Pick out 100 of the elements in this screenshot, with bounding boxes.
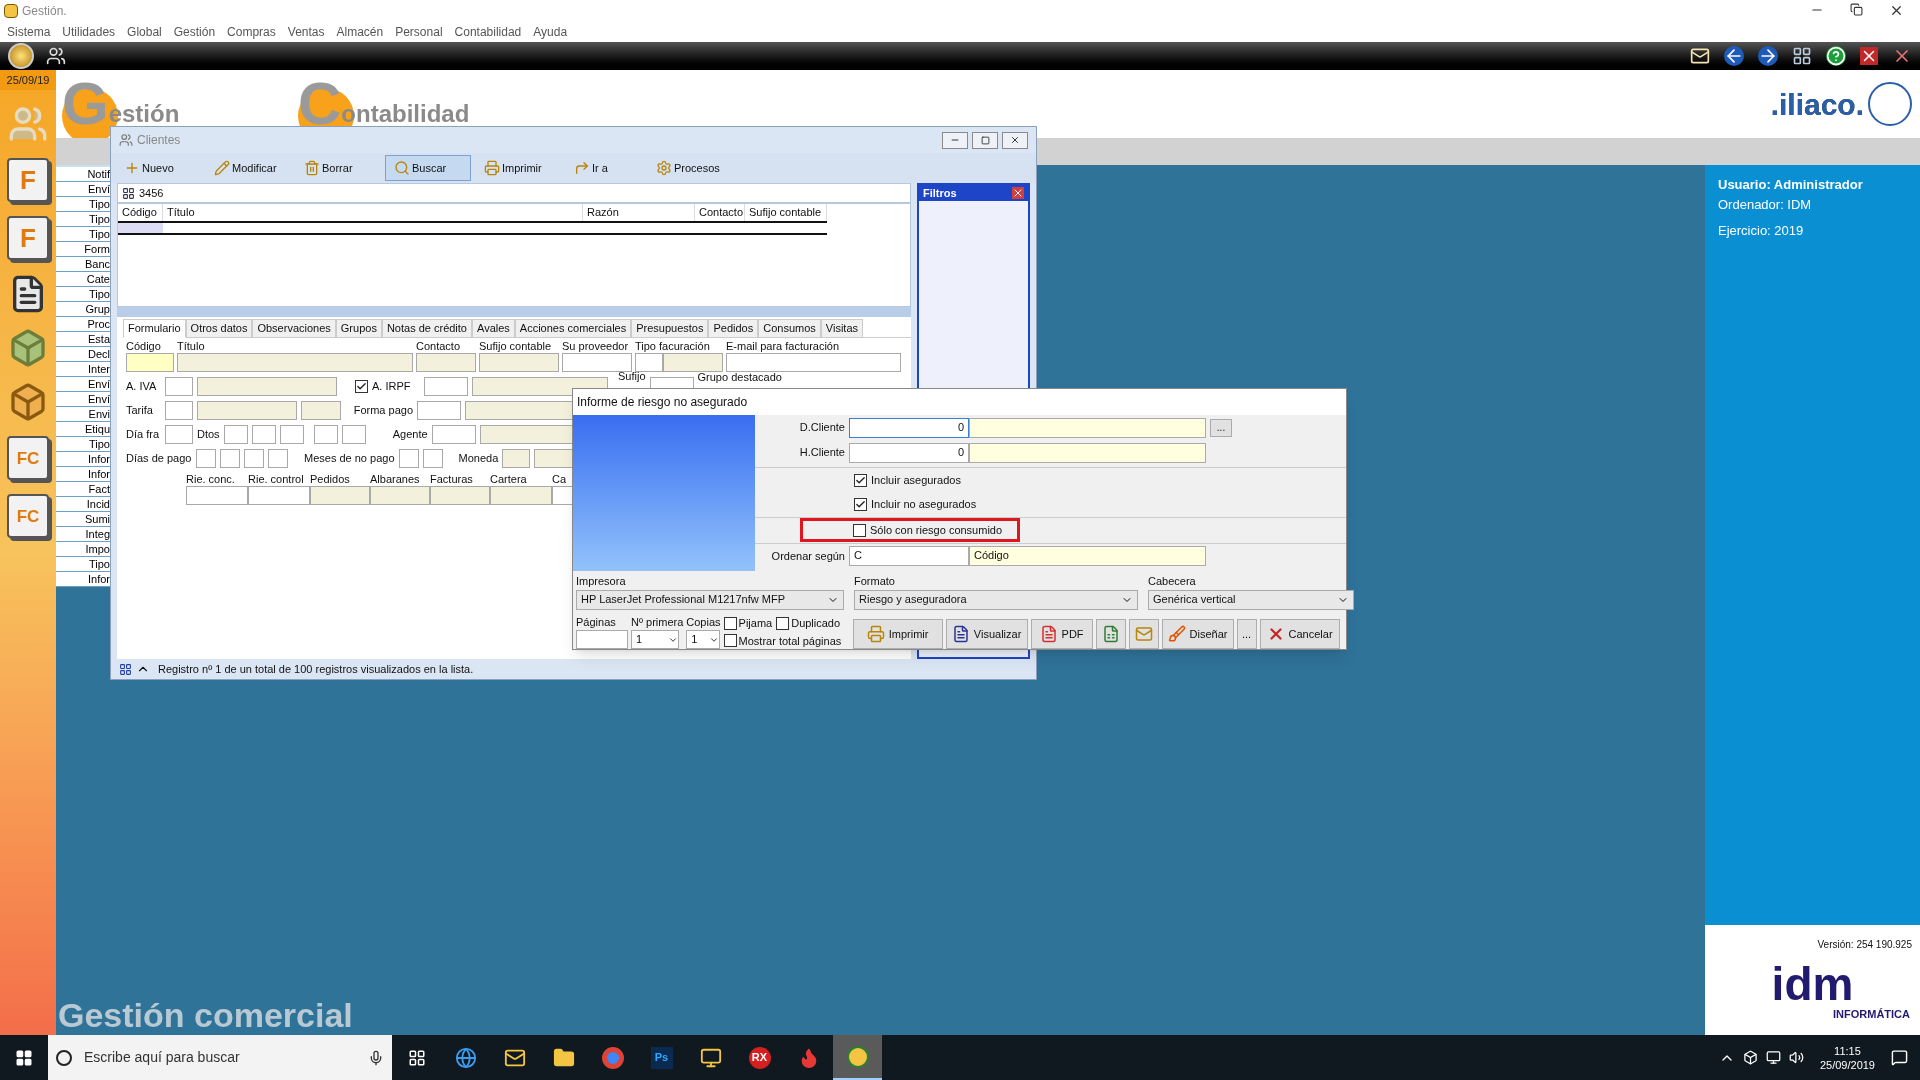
help-icon[interactable] (1826, 46, 1846, 66)
tab[interactable]: Notas de crédito (381, 319, 472, 338)
tab[interactable]: Presupuestos (631, 319, 709, 338)
tab[interactable]: Consumos (758, 319, 821, 338)
option-checkbox[interactable]: Pijama (723, 615, 773, 632)
close-icon[interactable] (1889, 3, 1904, 18)
volume-icon[interactable] (1788, 1050, 1804, 1065)
list-item[interactable]: Infor (56, 452, 110, 467)
input-field[interactable] (244, 449, 264, 468)
list-item[interactable]: Tipo (56, 557, 110, 572)
close-button[interactable] (1002, 131, 1028, 149)
input-field[interactable]: C (849, 546, 969, 566)
list-item[interactable]: Proc (56, 317, 110, 332)
list-item[interactable]: Enví (56, 392, 110, 407)
input-field[interactable] (663, 353, 723, 372)
list-item[interactable]: Envi (56, 407, 110, 422)
list-item[interactable]: Tipo (56, 287, 110, 302)
input-field[interactable] (424, 377, 468, 396)
tab[interactable]: Otros datos (185, 319, 253, 338)
back-icon[interactable] (1724, 46, 1744, 66)
checkbox-row[interactable]: Incluir asegurados (850, 468, 965, 492)
input-field[interactable] (490, 486, 552, 505)
list-item[interactable]: Tipo (56, 212, 110, 227)
list-item[interactable]: Tipo (56, 227, 110, 242)
browse-button[interactable]: ... (1210, 418, 1232, 437)
list-item[interactable]: Banc (56, 257, 110, 272)
box-icon[interactable] (1742, 1050, 1758, 1065)
menu-item[interactable]: Utilidades (62, 22, 116, 41)
checkbox[interactable] (853, 523, 866, 537)
print-button[interactable]: Imprimir (852, 619, 943, 649)
search-field[interactable]: Escribe aquí para buscar (48, 1035, 392, 1080)
tab[interactable]: Visitas (820, 319, 863, 338)
mail-icon[interactable] (1690, 46, 1710, 66)
cancel-button[interactable]: Cancelar (1259, 619, 1340, 649)
menu-item[interactable]: Contabilidad (454, 22, 522, 41)
checkbox[interactable] (854, 473, 867, 487)
input-field[interactable]: 0 (849, 417, 969, 438)
input-field[interactable] (562, 353, 632, 372)
input-field[interactable] (969, 442, 1206, 463)
input-field[interactable] (177, 353, 413, 372)
menu-item[interactable]: Personal (395, 22, 443, 41)
tab[interactable]: Observaciones (252, 319, 336, 338)
input-field[interactable] (576, 630, 628, 649)
list-item[interactable]: Incid (56, 497, 110, 512)
toolbar-button[interactable]: Modificar (205, 155, 291, 181)
list-item[interactable]: Infor (56, 572, 110, 587)
window-icon[interactable] (1792, 46, 1812, 66)
input-field[interactable] (248, 486, 310, 505)
input-field[interactable] (197, 377, 337, 396)
toolbar-button[interactable]: Buscar (385, 155, 471, 181)
column-header[interactable]: Contacto (695, 204, 745, 221)
menu-item[interactable]: Sistema (7, 22, 51, 41)
input-field[interactable] (422, 449, 443, 468)
list-item[interactable]: Impo (56, 542, 110, 557)
input-field[interactable] (279, 425, 304, 444)
input-field[interactable] (268, 449, 288, 468)
input-field[interactable] (196, 449, 216, 468)
notifications-icon[interactable] (1891, 1049, 1908, 1066)
input-field[interactable] (502, 449, 531, 468)
input-field[interactable] (223, 425, 248, 444)
option-checkbox[interactable]: Duplicado (776, 615, 841, 632)
column-header[interactable]: Razón (583, 204, 695, 221)
forward-icon[interactable] (1758, 46, 1778, 66)
input-field[interactable] (126, 353, 174, 372)
tab[interactable]: Pedidos (708, 319, 759, 338)
bag-icon[interactable] (8, 328, 48, 368)
dropdown[interactable]: Riesgo y aseguradora (854, 589, 1138, 610)
list-item[interactable]: Enví (56, 377, 110, 392)
menu-item[interactable]: Gestión (173, 22, 216, 41)
column-header[interactable]: Título (163, 204, 583, 221)
menu-item[interactable]: Compras (227, 22, 276, 41)
input-field[interactable] (635, 353, 663, 372)
tab[interactable]: Grupos (335, 319, 382, 338)
more-button[interactable]: ... (1236, 619, 1257, 649)
input-field[interactable] (416, 353, 476, 372)
checkbox-row[interactable]: Incluir no asegurados (850, 492, 981, 516)
list-item[interactable]: Tipo (56, 197, 110, 212)
input-field[interactable] (341, 425, 366, 444)
input-field[interactable]: 0 (849, 442, 969, 463)
list-item[interactable]: Etiqu (56, 422, 110, 437)
excel-button[interactable] (1095, 619, 1126, 649)
input-field[interactable] (430, 486, 490, 505)
input-field[interactable] (165, 425, 193, 444)
number-spinner[interactable]: 1 (686, 630, 721, 649)
checkbox[interactable] (723, 616, 737, 630)
toolbar-button[interactable]: Ir a (565, 155, 643, 181)
list-item[interactable]: Fact (56, 482, 110, 497)
list-item[interactable]: Infor (56, 467, 110, 482)
input-field[interactable] (165, 377, 193, 396)
list-item[interactable]: Sumi (56, 512, 110, 527)
input-field[interactable] (417, 401, 461, 420)
mail-button[interactable] (1128, 619, 1159, 649)
list-item[interactable]: Inter (56, 362, 110, 377)
toolbar-button[interactable]: Nuevo (115, 155, 201, 181)
close-icon[interactable] (1860, 47, 1878, 65)
grid-icon[interactable] (119, 662, 132, 676)
dropdown[interactable]: HP LaserJet Professional M1217nfw MFP (576, 589, 844, 610)
list-item[interactable]: Grup (56, 302, 110, 317)
clock[interactable]: 11:15 25/09/2019 (1811, 1043, 1883, 1072)
tab[interactable]: Formulario (123, 319, 186, 338)
